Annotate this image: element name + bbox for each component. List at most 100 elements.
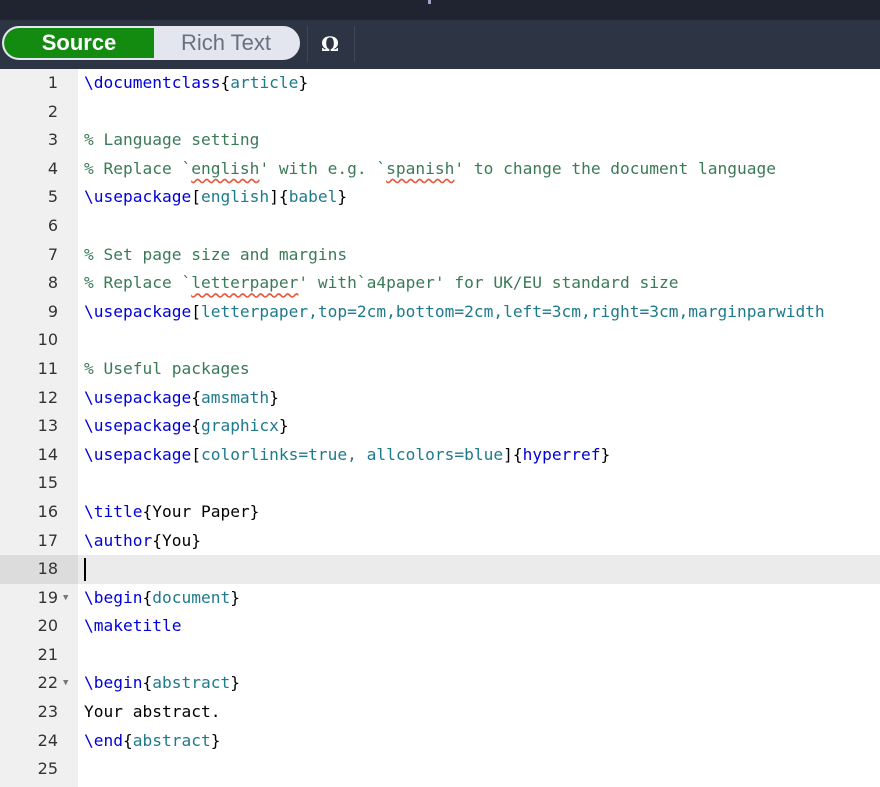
line-code: \maketitle: [84, 612, 181, 641]
line-code: % Replace `english' with e.g. `spanish' …: [84, 155, 776, 184]
code-line[interactable]: 17 \author{You}: [0, 527, 880, 556]
fold-toggle-icon[interactable]: ▼: [63, 669, 68, 698]
line-number: 19: [37, 587, 58, 607]
source-mode-button[interactable]: Source: [4, 28, 154, 58]
code-token: ' with e.g. `: [259, 158, 387, 178]
code-token: \usepackage: [84, 301, 192, 321]
code-token: \documentclass: [84, 73, 221, 92]
line-code: \usepackage[letterpaper,top=2cm,bottom=2…: [84, 298, 825, 327]
code-lines: 1 \documentclass{article} 2 3% Language set…: [0, 69, 880, 784]
code-token: letterpaper,top=2cm,bottom=2cm,left=3cm,…: [200, 301, 825, 321]
code-line[interactable]: 19 ▼ \begin{document}: [0, 584, 880, 613]
line-number: 24: [37, 730, 58, 750]
text-cursor: [84, 558, 86, 582]
code-token: ]{: [503, 444, 523, 464]
code-token: {: [191, 387, 201, 407]
code-token: [: [191, 187, 201, 207]
line-code: \usepackage{graphicx}: [84, 412, 289, 441]
line-number: 20: [37, 616, 58, 636]
code-line[interactable]: 14 \usepackage[colorlinks=true, allcolors…: [0, 441, 880, 470]
line-number: 3: [47, 130, 58, 150]
omega-icon: Ω: [321, 32, 339, 56]
code-line[interactable]: 10: [0, 326, 880, 355]
misspelled-word: english: [191, 158, 260, 178]
code-token: % Useful packages: [84, 358, 250, 378]
line-number: 14: [37, 444, 58, 464]
toolbar-divider: [307, 26, 308, 62]
code-line[interactable]: 4 % Replace `english' with e.g. `spanish'…: [0, 155, 880, 184]
code-line[interactable]: 6: [0, 212, 880, 241]
line-number: 9: [47, 301, 58, 321]
line-number: 16: [37, 501, 58, 521]
line-number: 18: [37, 559, 58, 579]
code-token: {: [122, 730, 133, 750]
line-code: \end{abstract}: [84, 727, 220, 756]
code-line[interactable]: 9 \usepackage[letterpaper,top=2cm,bottom=…: [0, 298, 880, 327]
code-line[interactable]: 15: [0, 469, 880, 498]
code-token: \usepackage: [84, 444, 192, 464]
code-token: }: [269, 387, 279, 407]
line-code: \begin{abstract}: [84, 669, 240, 698]
insert-symbol-button[interactable]: Ω: [310, 30, 350, 58]
code-token: ]{: [269, 187, 289, 207]
code-line[interactable]: 18: [0, 555, 880, 584]
line-number: 12: [37, 387, 58, 407]
line-code: \author{You}: [84, 527, 201, 556]
code-line[interactable]: 25: [0, 755, 880, 784]
code-line[interactable]: 3 % Language setting: [0, 126, 880, 155]
line-code: % Useful packages: [84, 355, 250, 384]
code-token: colorlinks=true, allcolors=blue: [200, 444, 504, 464]
code-line[interactable]: 5 \usepackage[english]{babel}: [0, 183, 880, 212]
code-line[interactable]: 20 \maketitle: [0, 612, 880, 641]
line-number: 6: [47, 215, 58, 235]
fold-toggle-icon[interactable]: ▼: [63, 584, 68, 613]
editor-mode-toggle[interactable]: Source Rich Text: [2, 26, 300, 60]
code-token: {Your Paper}: [142, 501, 260, 521]
line-number: 4: [47, 158, 58, 178]
code-token: % Replace `: [84, 158, 192, 178]
code-token: }: [278, 416, 289, 436]
code-token: }: [230, 673, 240, 693]
code-line[interactable]: 12 \usepackage{amsmath}: [0, 384, 880, 413]
line-number: 17: [37, 530, 58, 550]
code-token: \title: [84, 501, 143, 521]
line-code: \documentclass{article}: [84, 69, 308, 98]
code-line[interactable]: 11 % Useful packages: [0, 355, 880, 384]
code-token: {: [220, 73, 231, 92]
code-token: \usepackage: [84, 387, 192, 407]
code-token: {: [142, 673, 153, 693]
code-token: }: [298, 73, 309, 92]
code-line[interactable]: 2: [0, 98, 880, 127]
line-code: \usepackage{amsmath}: [84, 384, 279, 413]
code-token: {You}: [152, 530, 201, 550]
code-token: Your abstract.: [84, 702, 221, 722]
code-line[interactable]: 1 \documentclass{article}: [0, 69, 880, 98]
code-token: }: [230, 587, 240, 607]
rich-text-mode-button[interactable]: Rich Text: [154, 28, 298, 58]
code-token: graphicx: [200, 416, 279, 436]
line-number: 23: [37, 702, 58, 722]
misspelled-word: spanish: [386, 158, 455, 178]
code-token: }: [210, 730, 221, 750]
code-token: \usepackage: [84, 416, 192, 436]
line-number: 22: [37, 673, 58, 693]
code-line[interactable]: 13 \usepackage{graphicx}: [0, 412, 880, 441]
line-number: 5: [47, 187, 58, 207]
code-token: }: [600, 444, 611, 464]
code-line[interactable]: 21: [0, 641, 880, 670]
code-line[interactable]: 16 \title{Your Paper}: [0, 498, 880, 527]
line-number: 25: [37, 759, 58, 779]
code-token: \end: [84, 730, 123, 750]
code-line[interactable]: 8 % Replace `letterpaper' with`a4paper' f…: [0, 269, 880, 298]
code-token: \maketitle: [84, 616, 182, 636]
code-line[interactable]: 7 % Set page size and margins: [0, 241, 880, 270]
code-editor[interactable]: 1 \documentclass{article} 2 3% Language set…: [0, 69, 880, 787]
toolbar-divider: [354, 26, 355, 62]
code-line[interactable]: 22 ▼ \begin{abstract}: [0, 669, 880, 698]
code-token: {: [191, 416, 201, 436]
code-line[interactable]: 23 Your abstract.: [0, 698, 880, 727]
line-number: 11: [37, 358, 58, 378]
code-line[interactable]: 24 \end{abstract}: [0, 727, 880, 756]
code-token: abstract: [132, 730, 211, 750]
line-code: % Replace `letterpaper' with`a4paper' fo…: [84, 269, 679, 298]
